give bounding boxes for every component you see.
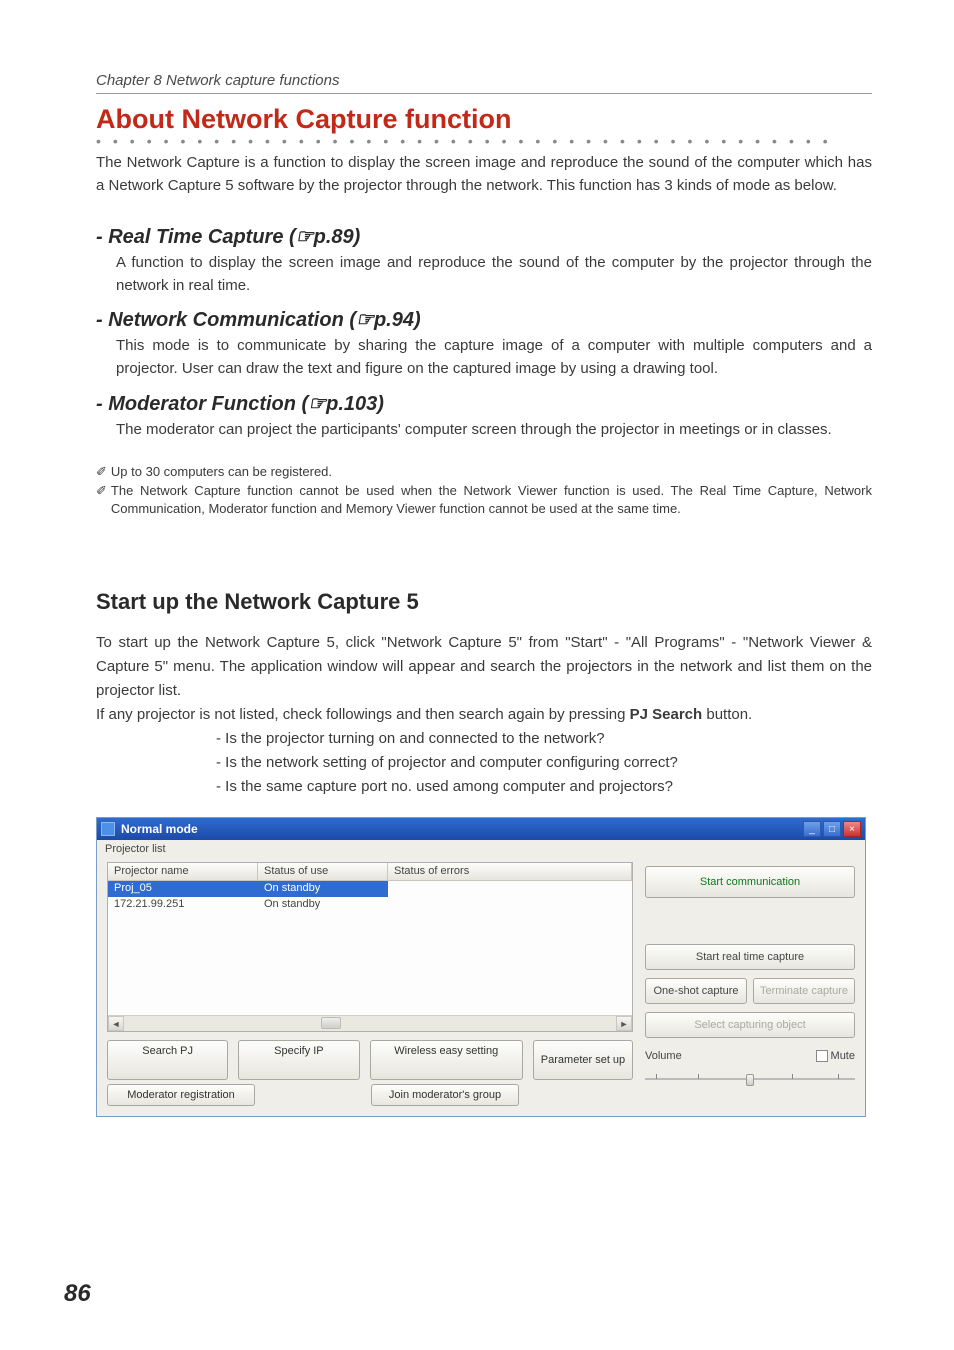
chapter-header: Chapter 8 Network capture functions [96, 72, 872, 94]
check-item-3: - Is the same capture port no. used amon… [216, 775, 872, 799]
search-pj-button[interactable]: Search PJ [107, 1040, 228, 1080]
section-body-network-comm: This mode is to communicate by sharing t… [96, 334, 872, 381]
cell-error [388, 897, 632, 913]
menu-projector-list[interactable]: Projector list [105, 843, 166, 855]
volume-label: Volume [645, 1050, 682, 1062]
page-number: 86 [64, 1280, 91, 1308]
section-body-realtime: A function to display the screen image a… [96, 251, 872, 298]
check-item-2: - Is the network setting of projector an… [216, 751, 872, 775]
start-paragraph-2: If any projector is not listed, check fo… [96, 703, 872, 727]
close-button[interactable]: × [843, 821, 861, 837]
table-row[interactable]: Proj_05 On standby [108, 881, 632, 897]
scroll-thumb[interactable] [321, 1017, 341, 1029]
cell-status: On standby [258, 897, 388, 913]
window-title: Normal mode [121, 822, 801, 836]
one-shot-capture-button[interactable]: One-shot capture [645, 978, 747, 1004]
horizontal-scrollbar[interactable]: ◄ ► [108, 1015, 632, 1031]
projector-listview[interactable]: Projector name Status of use Status of e… [107, 862, 633, 1032]
start-paragraph-1: To start up the Network Capture 5, click… [96, 631, 872, 703]
start-p2-post: button. [702, 706, 752, 723]
start-p2-bold: PJ Search [630, 706, 703, 723]
parameter-setup-button[interactable]: Parameter set up [533, 1040, 633, 1080]
app-icon [101, 822, 115, 836]
intro-paragraph: The Network Capture is a function to dis… [96, 151, 872, 198]
mute-checkbox[interactable] [816, 1050, 828, 1062]
moderator-registration-button[interactable]: Moderator registration [107, 1084, 255, 1106]
table-row[interactable]: 172.21.99.251 On standby [108, 897, 632, 913]
wireless-easy-setting-button[interactable]: Wireless easy setting [370, 1040, 523, 1080]
titlebar[interactable]: Normal mode _ □ × [97, 818, 865, 840]
minimize-button[interactable]: _ [803, 821, 821, 837]
column-status-use[interactable]: Status of use [258, 863, 388, 881]
cell-status: On standby [258, 881, 388, 897]
section-body-moderator: The moderator can project the participan… [96, 418, 872, 441]
note-bullet-icon: ✐ [96, 463, 107, 482]
note-1: Up to 30 computers can be registered. [111, 463, 872, 482]
notes-block: ✐ Up to 30 computers can be registered. … [96, 463, 872, 520]
start-heading: Start up the Network Capture 5 [96, 589, 872, 615]
section-heading-realtime: - Real Time Capture (☞p.89) [96, 224, 872, 249]
cell-name: 172.21.99.251 [108, 897, 258, 913]
column-projector-name[interactable]: Projector name [108, 863, 258, 881]
start-p2-pre: If any projector is not listed, check fo… [96, 706, 630, 723]
app-window: Normal mode _ □ × Projector list Project… [96, 817, 866, 1117]
scroll-right-icon[interactable]: ► [616, 1016, 632, 1031]
scroll-left-icon[interactable]: ◄ [108, 1016, 124, 1031]
join-moderator-group-button[interactable]: Join moderator's group [371, 1084, 519, 1106]
volume-slider[interactable] [645, 1072, 855, 1086]
column-status-errors[interactable]: Status of errors [388, 863, 632, 881]
section-heading-network-comm: - Network Communication (☞p.94) [96, 307, 872, 332]
terminate-capture-button[interactable]: Terminate capture [753, 978, 855, 1004]
maximize-button[interactable]: □ [823, 821, 841, 837]
cell-error [388, 881, 632, 897]
select-capturing-object-button[interactable]: Select capturing object [645, 1012, 855, 1038]
menu-bar[interactable]: Projector list [97, 840, 865, 858]
decorative-dot-rule: ••••••••••••••••••••••••••••••••••••••••… [96, 137, 872, 147]
start-realtime-capture-button[interactable]: Start real time capture [645, 944, 855, 970]
mute-label: Mute [831, 1050, 855, 1062]
section-heading-moderator: - Moderator Function (☞p.103) [96, 391, 872, 416]
note-bullet-icon: ✐ [96, 482, 107, 520]
page-title: About Network Capture function [96, 104, 872, 135]
note-2: The Network Capture function cannot be u… [111, 482, 872, 520]
cell-name: Proj_05 [108, 881, 258, 897]
start-communication-button[interactable]: Start communication [645, 866, 855, 898]
specify-ip-button[interactable]: Specify IP [238, 1040, 359, 1080]
check-item-1: - Is the projector turning on and connec… [216, 727, 872, 751]
